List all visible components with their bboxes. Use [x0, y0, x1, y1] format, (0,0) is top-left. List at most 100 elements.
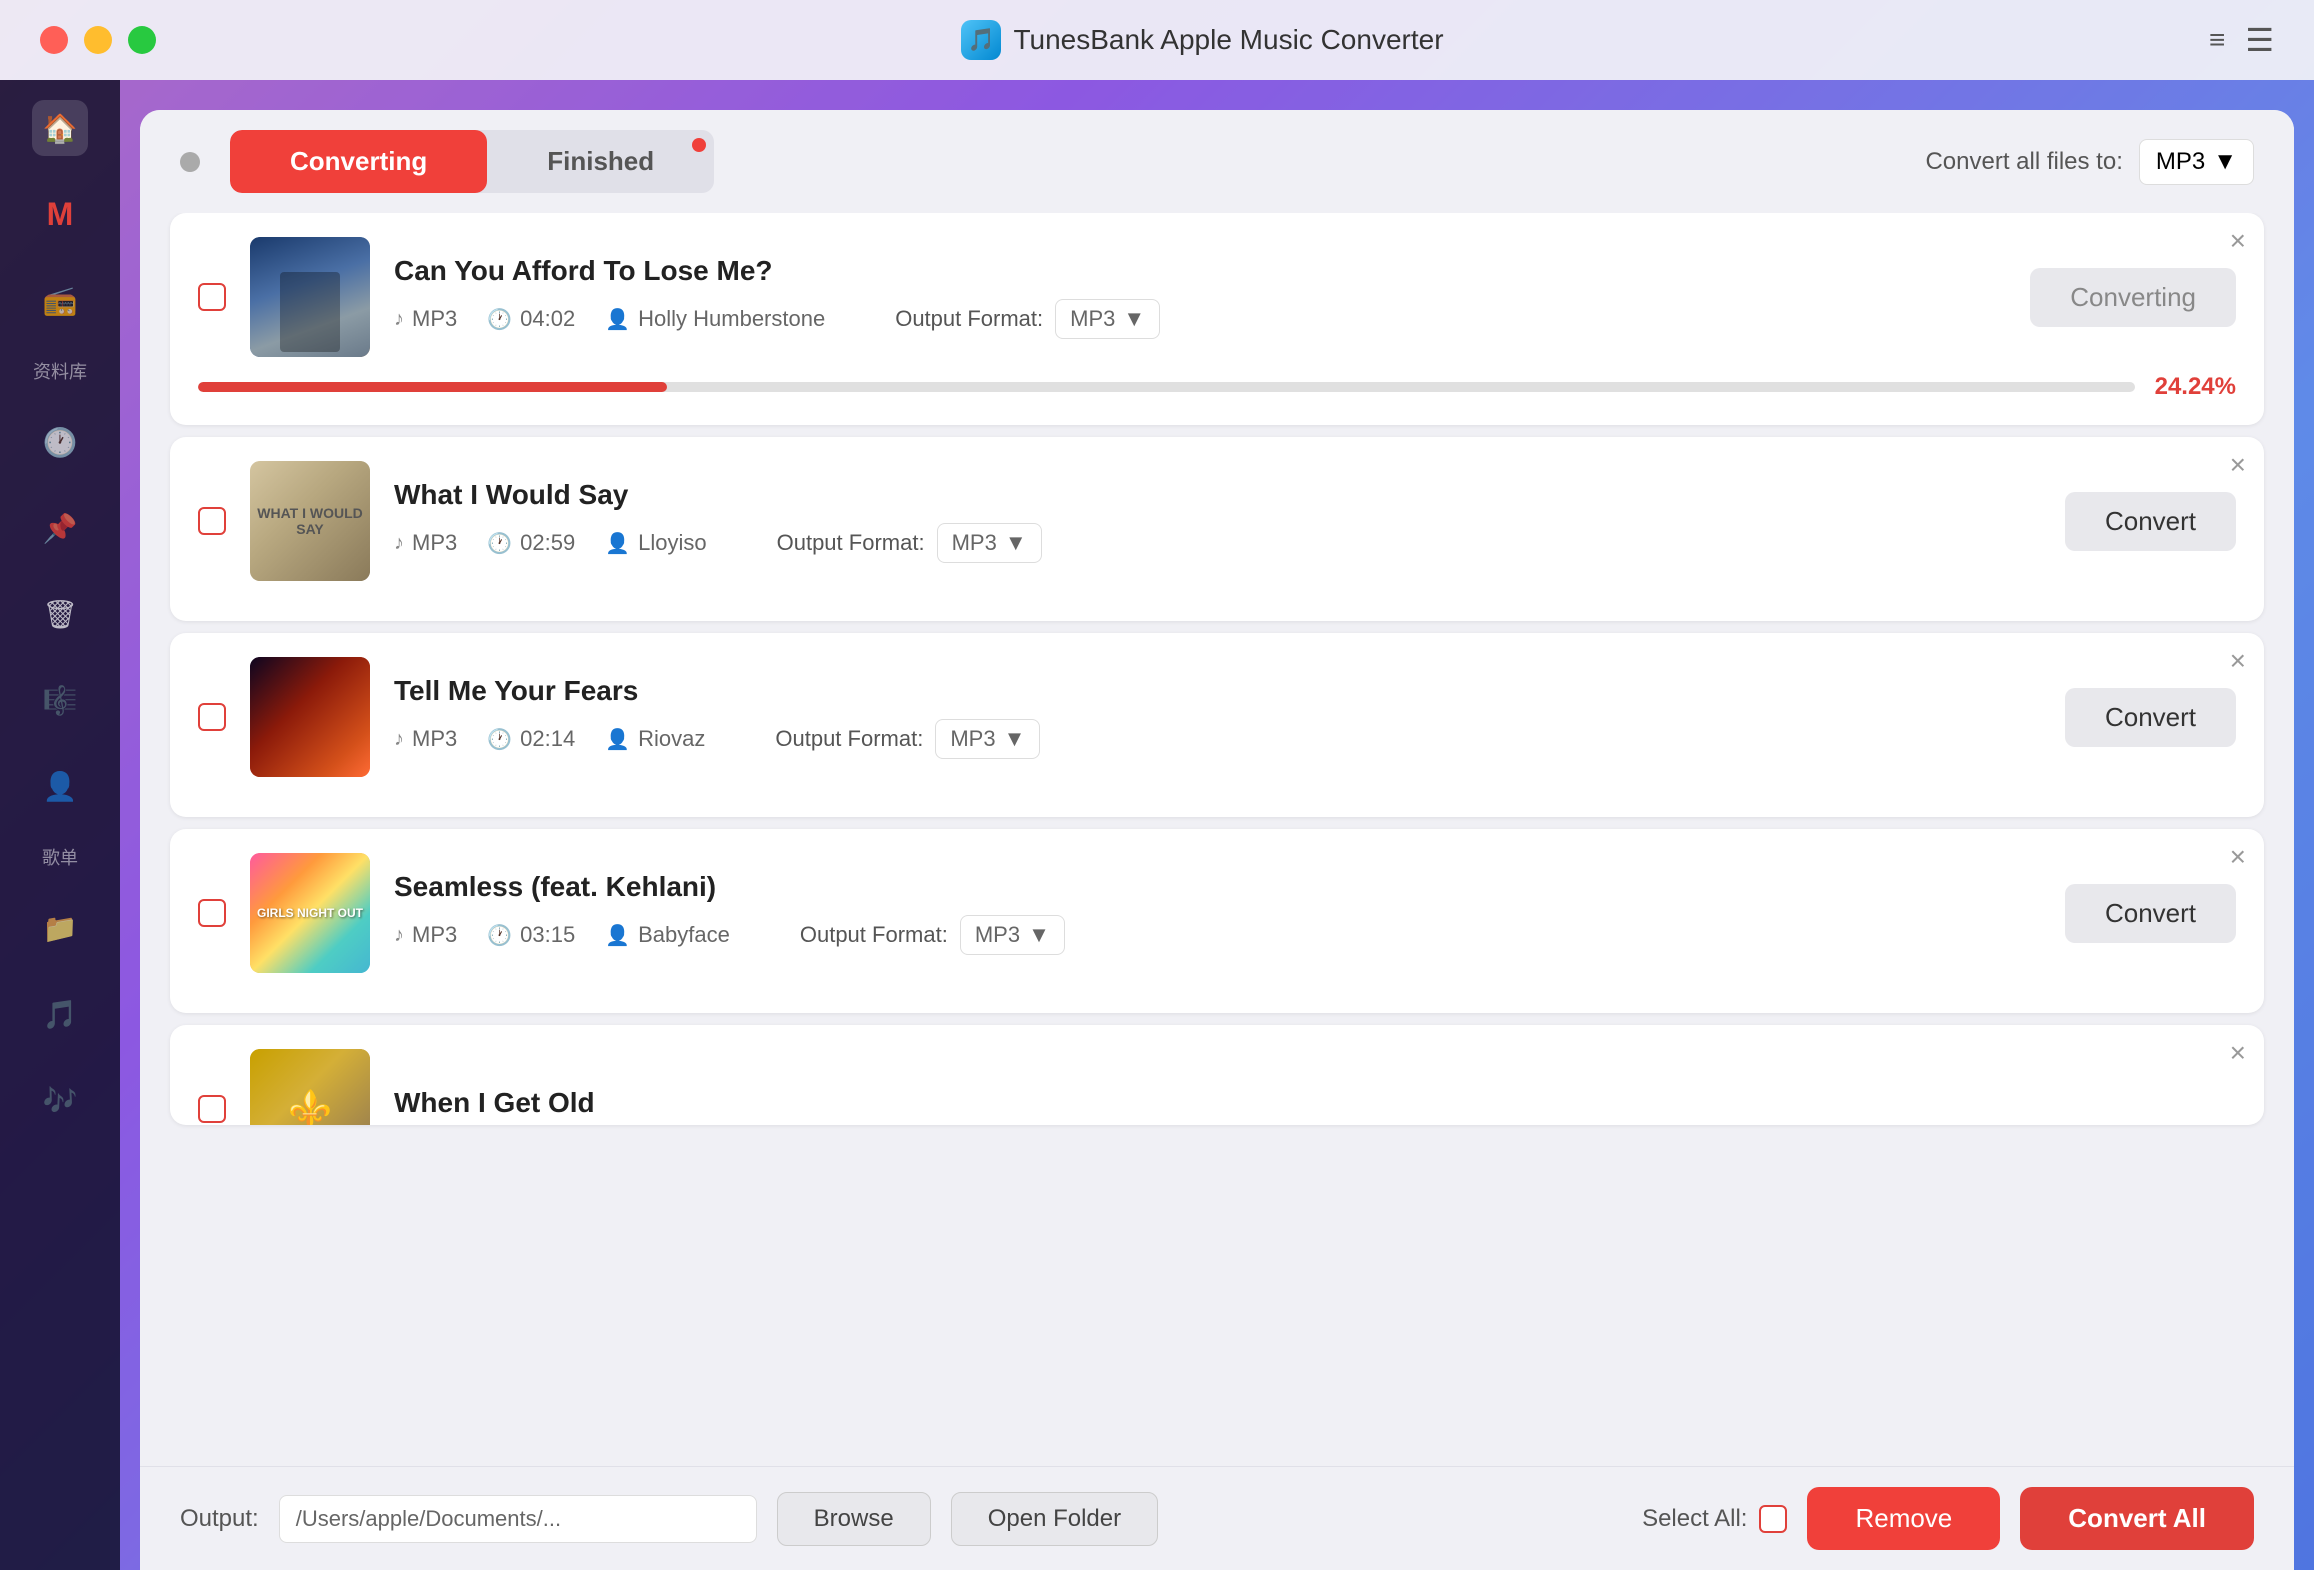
song-row-top-4: GIRLS NIGHT OUT Seamless (feat. Kehlani)…: [198, 853, 2236, 973]
close-button[interactable]: [40, 26, 68, 54]
close-song-2[interactable]: ×: [2230, 451, 2246, 479]
output-format-4: Output Format: MP3 ▼: [800, 915, 1065, 955]
artist-meta-4: 👤 Babyface: [605, 922, 730, 948]
song-title-4: Seamless (feat. Kehlani): [394, 871, 2021, 903]
checkbox-2[interactable]: [198, 507, 226, 535]
format-dropdown-3[interactable]: MP3 ▼: [935, 719, 1040, 759]
menu-icon[interactable]: ☰: [2245, 21, 2274, 59]
bottom-bar: Output: /Users/apple/Documents/... Brows…: [140, 1466, 2294, 1570]
artist-meta-1: 👤 Holly Humberstone: [605, 306, 825, 332]
song-card-4: × GIRLS NIGHT OUT Seamless (feat. Kehlan…: [170, 829, 2264, 1013]
song-row-top-5: ⚜️ When I Get Old: [198, 1049, 2236, 1125]
sidebar-item-music2[interactable]: 🎵: [32, 986, 88, 1042]
song-card-3: × Tell Me Your Fears ♪ MP3: [170, 633, 2264, 817]
sidebar-item-music[interactable]: M: [32, 186, 88, 242]
format-meta-1: ♪ MP3: [394, 306, 457, 332]
clock-icon-1: 🕐: [487, 307, 512, 332]
sidebar-item-pin[interactable]: 📌: [32, 500, 88, 556]
format-select[interactable]: MP3 ▼: [2139, 139, 2254, 185]
album-art-2: WHAT I WOULD SAY: [250, 461, 370, 581]
progress-row-1: 24.24%: [198, 373, 2236, 401]
select-all-area: Select All:: [1642, 1505, 1787, 1533]
convert-all-button[interactable]: Convert All: [2020, 1487, 2254, 1550]
convert-button-4[interactable]: Convert: [2065, 884, 2236, 943]
music-icon-2: ♪: [394, 532, 404, 555]
song-card-5: × ⚜️ When I Get Old: [170, 1025, 2264, 1125]
format-meta-2: ♪ MP3: [394, 530, 457, 556]
chevron-down-icon-3: ▼: [1004, 726, 1026, 752]
main-area: Converting Finished Convert all files to…: [120, 80, 2314, 1570]
remove-button[interactable]: Remove: [1807, 1487, 2000, 1550]
converting-button-1: Converting: [2030, 268, 2236, 327]
sidebar-item-history[interactable]: 🕐: [32, 414, 88, 470]
open-folder-button[interactable]: Open Folder: [951, 1492, 1158, 1546]
window-actions: ≡ ☰: [2209, 21, 2274, 59]
minimize-button[interactable]: [84, 26, 112, 54]
app-icon: 🎵: [961, 20, 1001, 60]
convert-button-2[interactable]: Convert: [2065, 492, 2236, 551]
close-song-3[interactable]: ×: [2230, 647, 2246, 675]
checkbox-4[interactable]: [198, 899, 226, 927]
tab-finished[interactable]: Finished: [487, 130, 714, 193]
chevron-down-icon-1: ▼: [1123, 306, 1145, 332]
song-title-5: When I Get Old: [394, 1087, 2236, 1119]
song-row-top-3: Tell Me Your Fears ♪ MP3 🕐 02:14: [198, 657, 2236, 777]
album-art-5: ⚜️: [250, 1049, 370, 1125]
sort-icon[interactable]: ≡: [2209, 24, 2225, 56]
window-chrome: 🎵 TunesBank Apple Music Converter ≡ ☰: [0, 0, 2314, 80]
song-info-1: Can You Afford To Lose Me? ♪ MP3 🕐 04:02: [394, 255, 1986, 339]
clock-icon-3: 🕐: [487, 727, 512, 752]
gray-dot: [180, 152, 200, 172]
sidebar-item-music3[interactable]: 🎶: [32, 1072, 88, 1128]
converter-modal: Converting Finished Convert all files to…: [140, 110, 2294, 1570]
format-dropdown-2[interactable]: MP3 ▼: [937, 523, 1042, 563]
music-icon-1: ♪: [394, 308, 404, 331]
browse-button[interactable]: Browse: [777, 1492, 931, 1546]
output-format-3: Output Format: MP3 ▼: [775, 719, 1040, 759]
checkbox-5[interactable]: [198, 1095, 226, 1123]
format-dropdown-1[interactable]: MP3 ▼: [1055, 299, 1160, 339]
song-title-1: Can You Afford To Lose Me?: [394, 255, 1986, 287]
sidebar-item-person[interactable]: 👤: [32, 758, 88, 814]
song-row-top-2: WHAT I WOULD SAY What I Would Say ♪ MP3 …: [198, 461, 2236, 581]
song-info-3: Tell Me Your Fears ♪ MP3 🕐 02:14: [394, 675, 2021, 759]
sidebar-item-home[interactable]: 🏠: [32, 100, 88, 156]
person-icon-3: 👤: [605, 727, 630, 752]
format-meta-4: ♪ MP3: [394, 922, 457, 948]
maximize-button[interactable]: [128, 26, 156, 54]
artist-meta-2: 👤 Lloyiso: [605, 530, 706, 556]
tab-converting[interactable]: Converting: [230, 130, 487, 193]
progress-bar-bg-1: [198, 382, 2135, 392]
select-all-checkbox[interactable]: [1759, 1505, 1787, 1533]
checkbox-3[interactable]: [198, 703, 226, 731]
album-art-4: GIRLS NIGHT OUT: [250, 853, 370, 973]
person-icon-4: 👤: [605, 923, 630, 948]
sidebar-item-trash[interactable]: 🗑: [32, 586, 88, 642]
convert-all-files-label: Convert all files to:: [1925, 148, 2122, 176]
chevron-down-icon-4: ▼: [1028, 922, 1050, 948]
select-all-label: Select All:: [1642, 1505, 1747, 1533]
output-format-1: Output Format: MP3 ▼: [895, 299, 1160, 339]
sidebar-item-radio[interactable]: 📻: [32, 272, 88, 328]
close-song-5[interactable]: ×: [2230, 1039, 2246, 1067]
song-card-1: × Can You Afford To Lose Me? ♪ MP3: [170, 213, 2264, 425]
song-meta-1: ♪ MP3 🕐 04:02 👤 Holly Humberstone: [394, 299, 1986, 339]
tab-bar: Converting Finished Convert all files to…: [140, 110, 2294, 213]
clock-icon-4: 🕐: [487, 923, 512, 948]
close-song-1[interactable]: ×: [2230, 227, 2246, 255]
album-art-1: [250, 237, 370, 357]
convert-button-3[interactable]: Convert: [2065, 688, 2236, 747]
duration-meta-3: 🕐 02:14: [487, 726, 575, 752]
clock-icon-2: 🕐: [487, 531, 512, 556]
progress-bar-fill-1: [198, 382, 667, 392]
song-meta-2: ♪ MP3 🕐 02:59 👤 Lloyiso: [394, 523, 2021, 563]
format-dropdown-4[interactable]: MP3 ▼: [960, 915, 1065, 955]
close-song-4[interactable]: ×: [2230, 843, 2246, 871]
checkbox-1[interactable]: [198, 283, 226, 311]
output-label: Output:: [180, 1505, 259, 1533]
sidebar-item-note[interactable]: 🎼: [32, 672, 88, 728]
person-icon-1: 👤: [605, 307, 630, 332]
song-info-5: When I Get Old: [394, 1087, 2236, 1125]
output-format-2: Output Format: MP3 ▼: [777, 523, 1042, 563]
sidebar-item-folder[interactable]: 📁: [32, 900, 88, 956]
